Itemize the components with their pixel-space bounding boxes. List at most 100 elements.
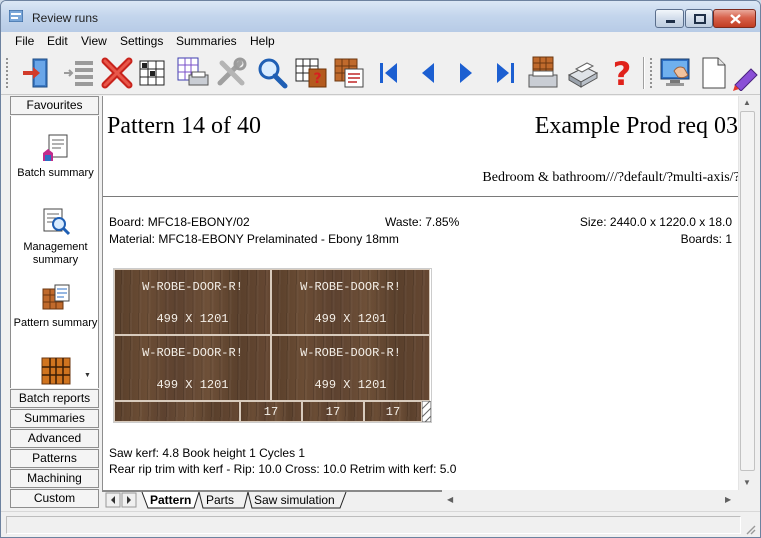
- monitor-hand-button[interactable]: [658, 55, 694, 91]
- search-button[interactable]: [254, 55, 290, 91]
- boards-count: Boards: 1: [680, 232, 732, 246]
- size-label: Size: 2440.0 x 1220.0 x 18.0: [579, 215, 732, 229]
- part-name: W-ROBE-DOOR-R!: [300, 346, 401, 360]
- scroll-down-icon[interactable]: ▼: [743, 478, 751, 487]
- help-book-button[interactable]: ?: [293, 55, 329, 91]
- next-button[interactable]: [448, 55, 484, 91]
- menu-file[interactable]: File: [15, 34, 34, 48]
- sidebar-tab-batch-reports[interactable]: Batch reports: [10, 389, 99, 408]
- sidebar-item-batch-summary[interactable]: Batch summary: [11, 133, 98, 180]
- vertical-scrollbar[interactable]: ▲ ▼: [738, 96, 755, 490]
- next-icon: [460, 63, 472, 83]
- material-label: Material: MFC18-EBONY Prelaminated - Ebo…: [109, 232, 399, 246]
- first-button[interactable]: [371, 55, 407, 91]
- menu-view[interactable]: View: [81, 34, 107, 48]
- help-button[interactable]: ?: [604, 55, 640, 93]
- pattern-grid-icon: [41, 357, 70, 385]
- part-name: W-ROBE-DOOR-R!: [300, 280, 401, 294]
- pattern-part[interactable]: W-ROBE-DOOR-R! 499 X 1201: [271, 335, 430, 401]
- pattern-part[interactable]: W-ROBE-DOOR-R! 499 X 1201: [114, 269, 271, 335]
- help-book-icon: ?: [295, 58, 327, 88]
- sidebar-tab-favourites[interactable]: Favourites: [10, 96, 99, 115]
- pattern-part[interactable]: W-ROBE-DOOR-R! 499 X 1201: [271, 269, 430, 335]
- window-title: Review runs: [32, 11, 99, 25]
- maximize-button[interactable]: [685, 9, 713, 28]
- pattern-strip-part[interactable]: 17: [240, 401, 302, 422]
- print-preview-button[interactable]: [175, 55, 211, 91]
- report-icon: [334, 58, 364, 88]
- sidebar-tab-advanced[interactable]: Advanced: [10, 429, 99, 448]
- pattern-part[interactable]: W-ROBE-DOOR-R! 499 X 1201: [114, 335, 271, 401]
- sidebar-tab-custom[interactable]: Custom: [10, 489, 99, 508]
- pattern-strip-part[interactable]: 17: [364, 401, 422, 422]
- pattern-strip-part[interactable]: 17: [302, 401, 364, 422]
- sidebar-tab-machining[interactable]: Machining: [10, 469, 99, 488]
- resize-grip-icon[interactable]: [745, 524, 757, 536]
- close-button[interactable]: [713, 9, 756, 28]
- horizontal-scrollbar[interactable]: ◀ ▶: [442, 492, 738, 509]
- print-pattern-button[interactable]: [525, 55, 561, 91]
- tools-off-button[interactable]: [214, 55, 250, 91]
- menu-settings[interactable]: Settings: [120, 34, 163, 48]
- menu-help[interactable]: Help: [250, 34, 275, 48]
- part-name: W-ROBE-DOOR-R!: [142, 280, 243, 294]
- board-list-icon: [139, 60, 165, 86]
- tab-scroll-right-icon[interactable]: [122, 493, 136, 507]
- minimize-button[interactable]: [655, 9, 684, 28]
- monitor-hand-icon: [660, 58, 690, 86]
- sidebar-tab-patterns[interactable]: Patterns: [10, 449, 99, 468]
- exit-icon: [23, 58, 48, 88]
- print-preview-icon: [177, 57, 209, 86]
- menu-summaries[interactable]: Summaries: [176, 34, 237, 48]
- toolbar-grip[interactable]: [649, 57, 653, 89]
- scroll-up-icon[interactable]: ▲: [743, 98, 751, 107]
- trim-info: Rear rip trim with kerf - Rip: 10.0 Cros…: [109, 462, 457, 476]
- strip-count: 17: [385, 405, 401, 419]
- sheet-tabs: Pattern Parts Saw simulation: [102, 490, 442, 510]
- search-icon: [258, 58, 288, 89]
- tab-pattern[interactable]: Pattern: [150, 493, 191, 507]
- toolbar-separator: [643, 57, 645, 89]
- printer-button[interactable]: [565, 55, 601, 91]
- waste-hatch: [422, 401, 431, 422]
- minimize-icon: [666, 20, 675, 23]
- part-size: 499 X 1201: [314, 378, 387, 392]
- help-icon: ?: [613, 55, 632, 93]
- pattern-title: Pattern 14 of 40: [107, 113, 261, 139]
- previous-icon: [422, 63, 434, 83]
- tab-parts[interactable]: Parts: [206, 493, 234, 507]
- sidebar-item-pattern-summary[interactable]: Pattern summary: [11, 283, 98, 330]
- scroll-left-icon[interactable]: ◀: [447, 495, 453, 504]
- app-window: Review runs File Edit View Settings Summ…: [0, 0, 761, 538]
- svg-text:?: ?: [613, 55, 632, 91]
- part-size: 499 X 1201: [156, 378, 229, 392]
- exit-button[interactable]: [19, 55, 55, 91]
- board-label: Board: MFC18-EBONY/02: [109, 215, 250, 229]
- insert-rows-button[interactable]: [61, 55, 97, 91]
- toolbar-grip[interactable]: [5, 57, 9, 89]
- scroll-right-icon[interactable]: ▶: [725, 495, 731, 504]
- sidebar: Favourites Batch summary Management summ…: [8, 96, 100, 510]
- favourites-panel: Batch summary Management summary Pattern…: [10, 116, 99, 388]
- report-view: Pattern 14 of 40 Example Prod req 03 Bed…: [102, 96, 738, 490]
- scroll-thumb[interactable]: [740, 111, 755, 471]
- tab-scroll-left-icon[interactable]: [106, 493, 120, 507]
- svg-text:?: ?: [313, 71, 321, 87]
- menu-edit[interactable]: Edit: [47, 34, 68, 48]
- delete-button[interactable]: [99, 55, 135, 91]
- status-panel: [6, 516, 741, 534]
- sidebar-item-management-summary[interactable]: Management summary: [11, 207, 98, 267]
- waste-label: Waste: 7.85%: [385, 215, 460, 229]
- sidebar-tab-summaries[interactable]: Summaries: [10, 409, 99, 428]
- tab-saw-simulation[interactable]: Saw simulation: [254, 493, 335, 507]
- sidebar-item-label: Pattern summary: [13, 317, 98, 329]
- board-list-button[interactable]: [135, 55, 171, 91]
- batch-summary-icon: [42, 134, 67, 161]
- pencil-button[interactable]: [731, 55, 760, 92]
- previous-button[interactable]: [410, 55, 446, 91]
- new-document-button[interactable]: [695, 55, 731, 91]
- last-button[interactable]: [487, 55, 523, 91]
- more-items-chevron-down-icon[interactable]: ▼: [84, 372, 91, 379]
- cutting-pattern-board[interactable]: W-ROBE-DOOR-R! 499 X 1201 W-ROBE-DOOR-R!…: [113, 268, 432, 423]
- report-button[interactable]: [331, 55, 367, 91]
